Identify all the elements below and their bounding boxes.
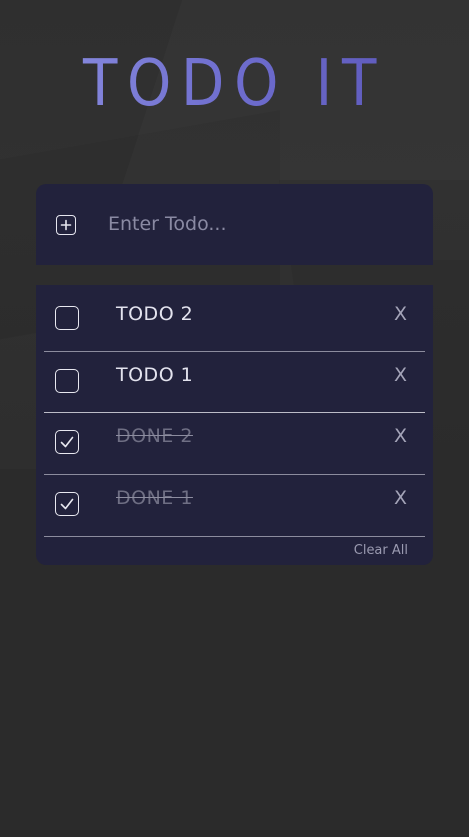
todo-item: TODO 2 X xyxy=(44,285,425,352)
delete-button[interactable]: X xyxy=(394,303,407,325)
app-title: TODO IT xyxy=(28,44,441,124)
todo-checkbox-checked[interactable] xyxy=(55,492,79,516)
delete-button[interactable]: X xyxy=(394,364,407,386)
todo-item: DONE 2 X xyxy=(44,413,425,475)
todo-checkbox-checked[interactable] xyxy=(55,430,79,454)
todo-input-card xyxy=(36,184,433,265)
todo-input[interactable] xyxy=(108,206,408,242)
todo-text: TODO 2 xyxy=(116,303,194,325)
todo-text: DONE 1 xyxy=(116,487,193,509)
delete-button[interactable]: X xyxy=(394,425,407,447)
todo-text: TODO 1 xyxy=(116,364,194,386)
todo-text: DONE 2 xyxy=(116,425,193,447)
todo-checkbox[interactable] xyxy=(55,369,79,393)
todo-item: TODO 1 X xyxy=(44,352,425,413)
checkmark-icon xyxy=(60,436,74,448)
plus-square-icon[interactable] xyxy=(56,215,76,235)
clear-all-button[interactable]: Clear All xyxy=(354,543,408,558)
todo-checkbox[interactable] xyxy=(55,306,79,330)
todo-item: DONE 1 X xyxy=(44,475,425,537)
todo-list: TODO 2 X TODO 1 X DONE 2 X DONE 1 X Clea… xyxy=(36,285,433,565)
delete-button[interactable]: X xyxy=(394,487,407,509)
checkmark-icon xyxy=(60,498,74,510)
